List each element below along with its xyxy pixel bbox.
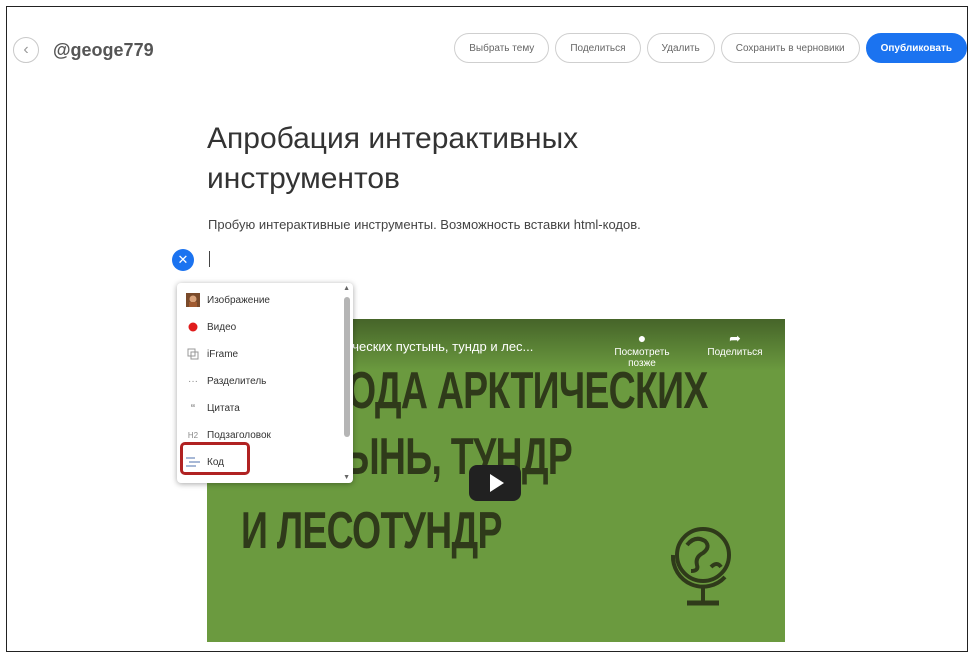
video-overlay-line1: ОДА АРКТИЧЕСКИХ: [347, 362, 708, 420]
menu-item-iframe[interactable]: iFrame: [177, 341, 343, 367]
video-title[interactable]: тических пустынь, тундр и лес...: [339, 339, 533, 354]
menu-scrollbar-thumb[interactable]: [344, 297, 350, 437]
toolbar: Выбрать тему Поделиться Удалить Сохранит…: [454, 33, 967, 63]
scroll-down-arrow[interactable]: ▼: [343, 474, 350, 481]
text-cursor: [209, 251, 210, 267]
article-title[interactable]: Апробация интерактивных инструментов: [207, 119, 767, 199]
globe-icon: [670, 527, 731, 606]
play-icon: [490, 474, 504, 492]
menu-item-video-label: Видео: [207, 321, 237, 333]
username[interactable]: @geoge779: [53, 40, 154, 61]
article-title-line1: Апробация интерактивных: [207, 122, 579, 155]
menu-item-divider-label: Разделитель: [207, 375, 267, 387]
video-share-label: Поделиться: [707, 347, 763, 358]
article-title-line2: инструментов: [207, 162, 400, 195]
code-item-highlight: [180, 442, 250, 475]
video-icon: [185, 322, 201, 332]
video-overlay-line2: ЫНЬ, ТУНДР: [343, 428, 573, 486]
quote-icon: “: [190, 402, 196, 414]
image-icon: [185, 293, 201, 307]
menu-item-quote-label: Цитата: [207, 402, 240, 414]
clock-icon: ●: [637, 330, 647, 346]
editor-window: ‹ @geoge779 Выбрать тему Поделиться Удал…: [6, 6, 968, 652]
video-overlay-line3: И ЛЕСОТУНДР: [241, 502, 502, 560]
publish-button[interactable]: Опубликовать: [865, 33, 967, 63]
insert-toggle-button[interactable]: ✕: [172, 249, 194, 271]
play-button[interactable]: [469, 465, 521, 501]
menu-item-heading-label: Подзаголовок: [207, 429, 271, 441]
back-button[interactable]: ‹: [13, 37, 39, 63]
video-share-button[interactable]: ➦ Поделиться: [697, 329, 773, 358]
menu-item-divider[interactable]: ··· Разделитель: [177, 368, 343, 394]
delete-button[interactable]: Удалить: [646, 33, 715, 63]
menu-item-image[interactable]: Изображение: [177, 287, 343, 313]
menu-item-image-label: Изображение: [207, 294, 270, 306]
chevron-left-icon: ‹: [23, 41, 29, 58]
divider-icon: ···: [188, 375, 198, 387]
choose-topic-button[interactable]: Выбрать тему: [454, 33, 550, 63]
menu-item-quote[interactable]: “ Цитата: [177, 395, 343, 421]
menu-item-video[interactable]: Видео: [177, 314, 343, 340]
article-subtitle[interactable]: Пробую интерактивные инструменты. Возмож…: [208, 217, 641, 232]
iframe-icon: [185, 348, 201, 360]
share-button[interactable]: Поделиться: [555, 33, 641, 63]
save-draft-button[interactable]: Сохранить в черновики: [720, 33, 860, 63]
menu-item-iframe-label: iFrame: [207, 348, 239, 360]
scroll-up-arrow[interactable]: ▲: [343, 285, 350, 292]
heading-icon: H2: [187, 430, 199, 440]
share-arrow-icon: ➦: [729, 330, 741, 346]
close-icon: ✕: [177, 252, 189, 267]
